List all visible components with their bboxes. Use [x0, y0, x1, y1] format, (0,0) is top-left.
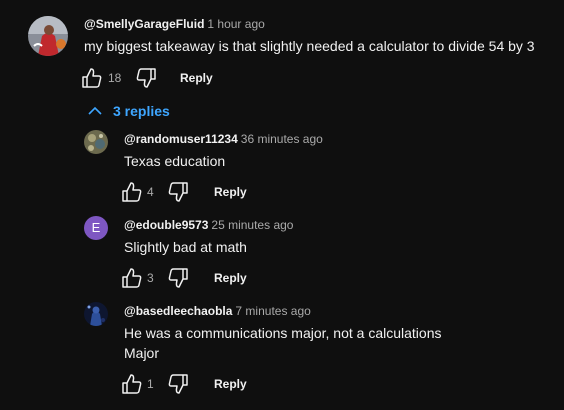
- replies-count-label: 3 replies: [113, 103, 170, 119]
- reply-button[interactable]: Reply: [214, 376, 247, 392]
- comment-header: @randomuser11234 36 minutes ago: [124, 131, 323, 147]
- comment-author[interactable]: @SmellyGarageFluid: [84, 17, 204, 31]
- like-count: 4: [147, 185, 154, 199]
- comment-actions: 4 Reply: [120, 180, 320, 204]
- thumbs-down-icon[interactable]: [134, 66, 158, 95]
- thumbs-up-icon[interactable]: [120, 266, 144, 295]
- thumbs-up-icon[interactable]: [80, 66, 104, 95]
- reply-button[interactable]: Reply: [180, 70, 213, 86]
- comment-text: my biggest takeaway is that slightly nee…: [84, 38, 535, 54]
- avatar[interactable]: [84, 130, 108, 154]
- comment-text: Texas education: [124, 153, 226, 169]
- thumbs-up-icon[interactable]: [120, 372, 144, 401]
- thumbs-up-icon[interactable]: [120, 180, 144, 209]
- comment-text-line: Major: [124, 345, 160, 361]
- thumbs-down-icon[interactable]: [166, 180, 190, 209]
- comment-actions: 3 Reply: [120, 266, 320, 290]
- like-count: 18: [108, 71, 122, 85]
- avatar[interactable]: [28, 16, 68, 56]
- comment-actions: 1 Reply: [120, 372, 320, 396]
- avatar-letter: E: [91, 220, 101, 235]
- chevron-up-icon: [87, 103, 103, 124]
- comment-header: @edouble9573 25 minutes ago: [124, 217, 293, 233]
- like-count: 1: [147, 377, 154, 391]
- comment-actions: 18 Reply: [80, 66, 280, 90]
- thumbs-down-icon[interactable]: [166, 372, 190, 401]
- avatar[interactable]: [84, 302, 108, 326]
- comment-text-line: He was a communications major, not a cal…: [124, 325, 442, 341]
- comment-time[interactable]: 25 minutes ago: [211, 218, 293, 232]
- comment-time[interactable]: 1 hour ago: [207, 17, 264, 31]
- avatar[interactable]: E: [84, 216, 108, 240]
- comment-header: @SmellyGarageFluid 1 hour ago: [84, 16, 265, 32]
- comment-author[interactable]: @basedleechaobla: [124, 304, 232, 318]
- comment-time[interactable]: 36 minutes ago: [241, 132, 323, 146]
- comment-author[interactable]: @edouble9573: [124, 218, 208, 232]
- reply-button[interactable]: Reply: [214, 184, 247, 200]
- comment-author[interactable]: @randomuser11234: [124, 132, 238, 146]
- comment-time[interactable]: 7 minutes ago: [235, 304, 310, 318]
- comment-text: Slightly bad at math: [124, 239, 247, 255]
- reply-button[interactable]: Reply: [214, 270, 247, 286]
- comment-header: @basedleechaobla 7 minutes ago: [124, 303, 311, 319]
- thumbs-down-icon[interactable]: [166, 266, 190, 295]
- like-count: 3: [147, 271, 154, 285]
